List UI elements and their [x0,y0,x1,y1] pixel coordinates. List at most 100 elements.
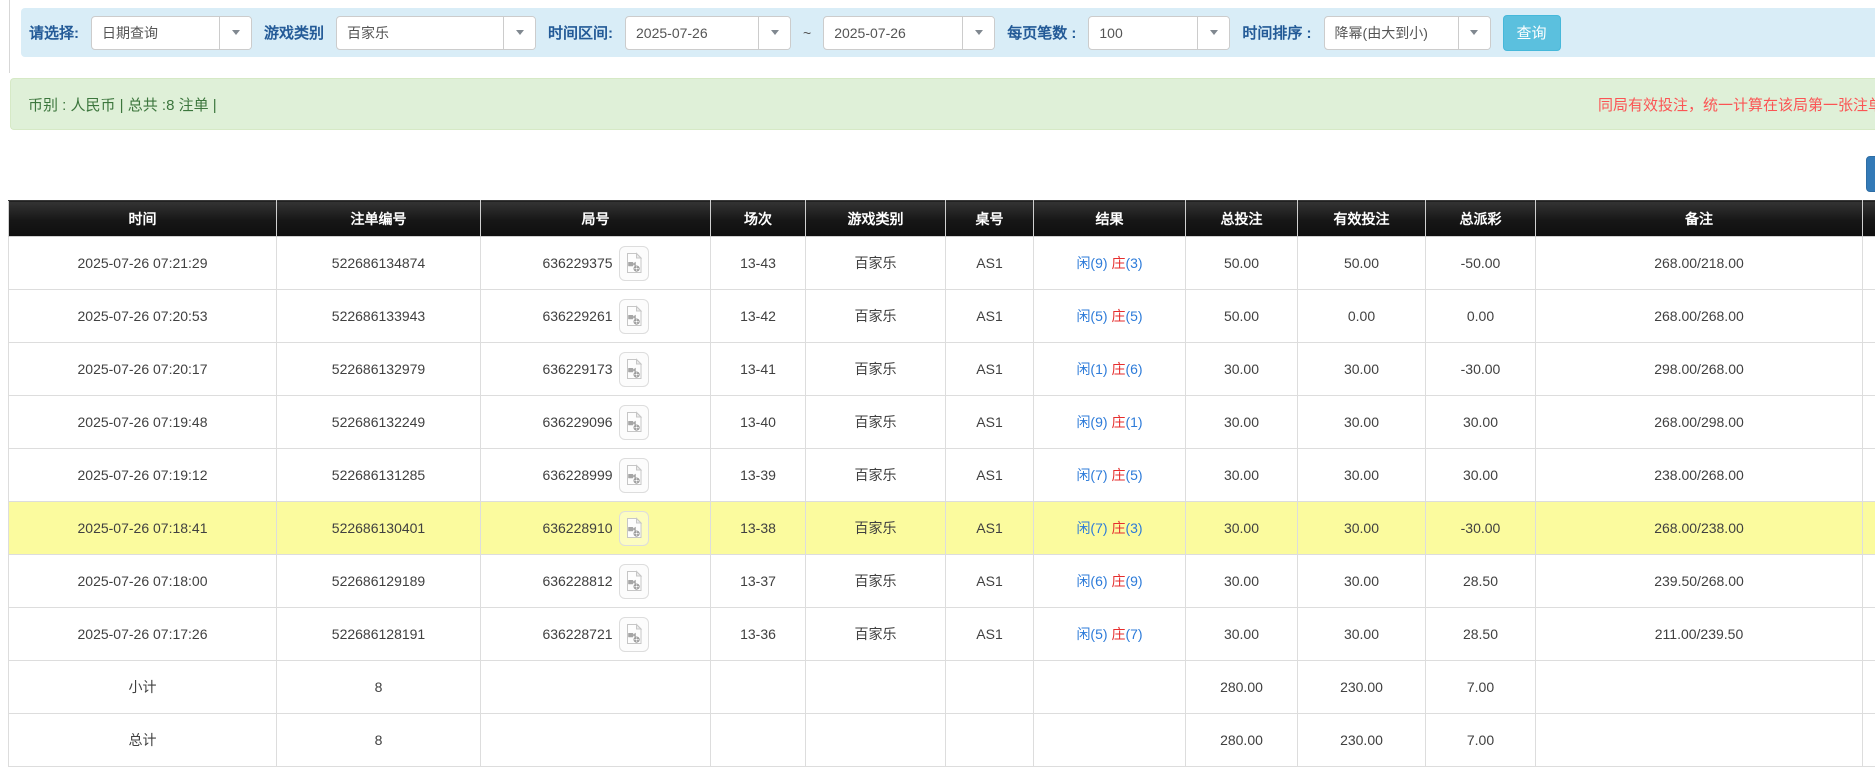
col-total-bet: 总投注 [1186,201,1298,237]
page-size-select[interactable]: 100 [1088,16,1230,50]
cell-total-bet[interactable]: 30.00 [1186,396,1298,449]
cell-game: 百家乐 [806,396,946,449]
cell-table-no: AS1 [946,237,1034,290]
cell-valid-bet: 30.00 [1298,343,1426,396]
result-player: 闲(9) [1076,414,1111,430]
chevron-down-icon[interactable] [758,17,790,49]
video-file-icon [625,411,643,433]
query-type-select[interactable]: 日期查询 [91,16,252,50]
cell-bet-id: 522686130401 [277,502,481,555]
cell-total-bet[interactable]: 30.00 [1186,608,1298,661]
total-payout: 7.00 [1426,714,1536,767]
filter-bar: 请选择: 日期查询 游戏类别 百家乐 时间区间: 2025-07-26 ~ 20… [21,8,1875,57]
chevron-down-icon[interactable] [503,17,535,49]
subtotal-total-bet: 280.00 [1186,661,1298,714]
cell-session: 13-42 [711,290,806,343]
cell-time: 2025-07-26 07:21:29 [9,237,277,290]
cell-round: 636228999 [542,467,612,483]
cell-total-bet[interactable]: 30.00 [1186,502,1298,555]
page-size-value: 100 [1089,25,1197,41]
video-file-icon [625,464,643,486]
cell-game: 百家乐 [806,237,946,290]
cell-result: 闲(9) 庄(3) [1034,237,1186,290]
cell-valid-bet: 30.00 [1298,608,1426,661]
subtotal-row: 小计 8 280.00 230.00 7.00 [9,661,1875,714]
time-sort-select[interactable]: 降幂(由大到小) [1324,16,1491,50]
result-banker-num: (6) [1125,361,1142,377]
cell-total-bet[interactable]: 50.00 [1186,237,1298,290]
total-label: 总计 [9,714,277,767]
col-time: 时间 [9,201,277,237]
table-header-row: 时间 注单编号 局号 场次 游戏类别 桌号 结果 总投注 有效投注 总派彩 备注 [9,201,1875,237]
col-valid-bet: 有效投注 [1298,201,1426,237]
cell-time: 2025-07-26 07:19:12 [9,449,277,502]
video-replay-button[interactable] [619,458,649,493]
cell-bet-id: 522686133943 [277,290,481,343]
video-replay-button[interactable] [619,352,649,387]
col-game: 游戏类别 [806,201,946,237]
cell-result: 闲(6) 庄(9) [1034,555,1186,608]
cell-round: 636229375 [542,255,612,271]
video-replay-button[interactable] [619,564,649,599]
video-replay-button[interactable] [619,299,649,334]
cell-payout: -50.00 [1426,237,1536,290]
chevron-down-icon[interactable] [962,17,994,49]
result-banker-num: (5) [1125,467,1142,483]
cell-payout: 28.50 [1426,555,1536,608]
table-row: 2025-07-26 07:21:29 522686134874 6362293… [9,237,1875,290]
cell-round: 636228910 [542,520,612,536]
col-session: 场次 [711,201,806,237]
result-banker-num: (7) [1125,626,1142,642]
result-banker: 庄 [1111,467,1125,483]
cell-table-no: AS1 [946,449,1034,502]
cell-game: 百家乐 [806,555,946,608]
cell-round: 636228812 [542,573,612,589]
cell-time: 2025-07-26 07:19:48 [9,396,277,449]
total-valid-bet: 230.00 [1298,714,1426,767]
cell-round: 636229096 [542,414,612,430]
cell-remark: 298.00/268.00 [1536,343,1863,396]
result-player: 闲(9) [1076,255,1111,271]
search-button[interactable]: 查询 [1503,15,1561,51]
caret-glyph [1470,30,1478,35]
query-type-label: 请选择: [29,22,79,43]
video-replay-button[interactable] [619,405,649,440]
cell-result: 闲(1) 庄(6) [1034,343,1186,396]
date-from-select[interactable]: 2025-07-26 [625,16,791,50]
cell-result: 闲(5) 庄(7) [1034,608,1186,661]
caret-glyph [1210,30,1218,35]
cell-total-bet[interactable]: 50.00 [1186,290,1298,343]
cell-bet-id: 522686129189 [277,555,481,608]
chevron-down-icon[interactable] [1458,17,1490,49]
export-button[interactable] [1866,156,1875,192]
video-replay-button[interactable] [619,511,649,546]
cell-remark: 268.00/298.00 [1536,396,1863,449]
cell-total-bet[interactable]: 30.00 [1186,449,1298,502]
video-replay-button[interactable] [619,617,649,652]
result-banker: 庄 [1111,573,1125,589]
table-row: 2025-07-26 07:20:17 522686132979 6362291… [9,343,1875,396]
game-category-select[interactable]: 百家乐 [336,16,536,50]
result-player: 闲(5) [1076,626,1111,642]
cell-total-bet[interactable]: 30.00 [1186,343,1298,396]
date-to-select[interactable]: 2025-07-26 [823,16,995,50]
query-type-value: 日期查询 [92,23,219,43]
page-size-label: 每页笔数 : [1007,22,1076,43]
cell-session: 13-38 [711,502,806,555]
cell-result: 闲(9) 庄(1) [1034,396,1186,449]
result-banker: 庄 [1111,626,1125,642]
chevron-down-icon[interactable] [219,17,251,49]
cell-valid-bet: 0.00 [1298,290,1426,343]
time-sort-label: 时间排序 : [1242,22,1311,43]
video-replay-button[interactable] [619,246,649,281]
result-player: 闲(7) [1076,520,1111,536]
cell-total-bet[interactable]: 30.00 [1186,555,1298,608]
cell-bet-id: 522686132249 [277,396,481,449]
chevron-down-icon[interactable] [1197,17,1229,49]
caret-glyph [975,30,983,35]
cell-table-no: AS1 [946,502,1034,555]
table-row: 2025-07-26 07:20:53 522686133943 6362292… [9,290,1875,343]
table-body: 2025-07-26 07:21:29 522686134874 6362293… [9,237,1875,661]
result-banker-num: (1) [1125,414,1142,430]
summary-bar: 币别 : 人民币 | 总共 :8 注单 | 同局有效投注，统一计算在该局第一张注… [10,78,1875,130]
